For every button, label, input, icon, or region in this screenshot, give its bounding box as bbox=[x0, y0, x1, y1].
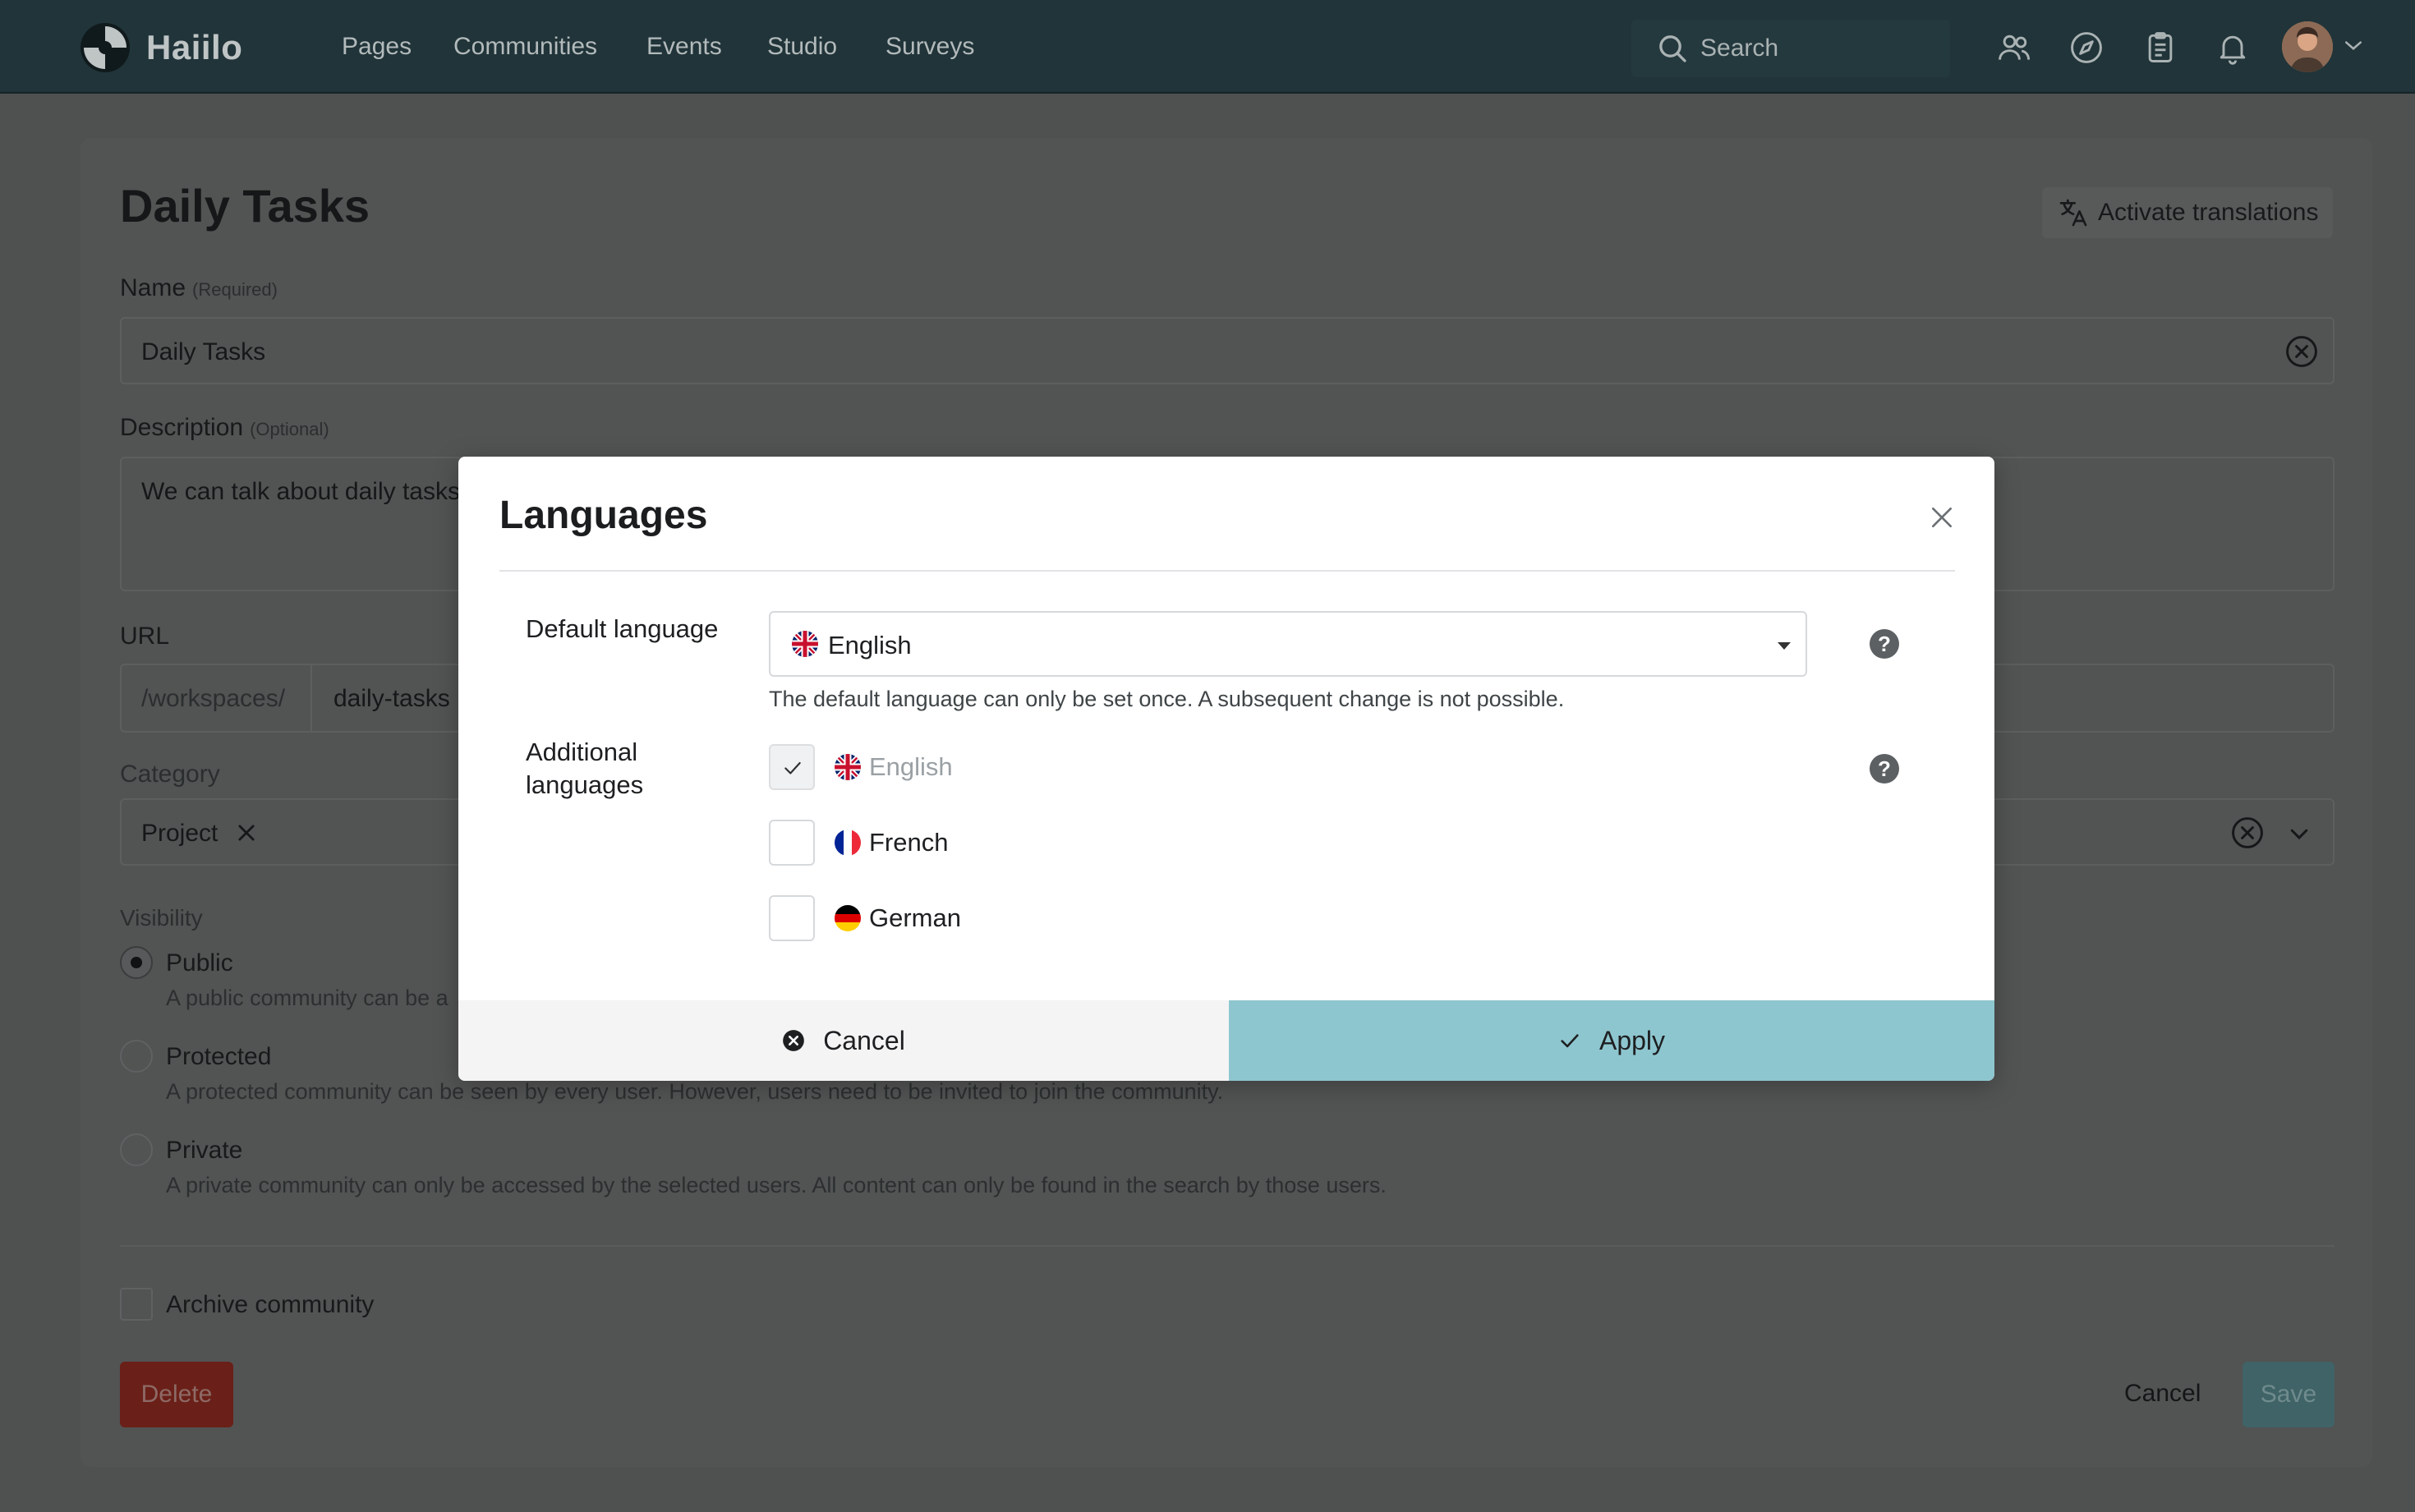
url-value: daily-tasks bbox=[334, 685, 450, 712]
haiilo-logo-icon bbox=[80, 23, 130, 72]
remove-chip-icon[interactable] bbox=[235, 821, 258, 844]
language-option-english: English bbox=[869, 752, 953, 781]
cancel-button[interactable]: Cancel bbox=[2124, 1380, 2201, 1408]
user-portrait-icon bbox=[2282, 21, 2333, 72]
activate-translations-button[interactable]: Activate translations bbox=[2042, 187, 2333, 238]
language-option-french: French bbox=[869, 828, 949, 857]
name-required-hint: (Required) bbox=[192, 279, 278, 300]
dialog-apply-label: Apply bbox=[1598, 1025, 1666, 1055]
radio-protected[interactable] bbox=[120, 1040, 153, 1073]
brand-name: Haiilo bbox=[146, 28, 243, 67]
save-button[interactable]: Save bbox=[2242, 1362, 2334, 1427]
nav-item-pages[interactable]: Pages bbox=[342, 33, 412, 61]
chevron-down-icon[interactable] bbox=[2343, 38, 2364, 54]
radio-private[interactable] bbox=[120, 1133, 153, 1166]
top-navigation: Haiilo Pages Communities Events Studio S… bbox=[0, 0, 2415, 94]
visibility-protected-desc: A protected community can be seen by eve… bbox=[166, 1079, 1224, 1104]
nav-item-communities[interactable]: Communities bbox=[453, 33, 597, 61]
additional-languages-label-line1: Additional bbox=[526, 738, 638, 766]
additional-languages-label: Additional languages bbox=[526, 736, 643, 802]
visibility-private-label: Private bbox=[166, 1137, 243, 1164]
category-chip-label: Project bbox=[141, 820, 218, 847]
search-placeholder: Search bbox=[1700, 34, 1779, 62]
url-label: URL bbox=[120, 623, 170, 650]
visibility-label: Visibility bbox=[120, 905, 203, 931]
description-optional-hint: (Optional) bbox=[250, 419, 329, 439]
clear-circle-icon[interactable] bbox=[2229, 815, 2266, 851]
close-icon[interactable] bbox=[1929, 504, 1955, 531]
nav-item-surveys[interactable]: Surveys bbox=[886, 33, 974, 61]
languages-dialog: Languages Default language English ? The… bbox=[458, 457, 1994, 1081]
help-icon[interactable]: ? bbox=[1870, 629, 1899, 659]
name-value: Daily Tasks bbox=[141, 338, 266, 365]
default-language-value: English bbox=[828, 631, 912, 659]
archive-community-label: Archive community bbox=[166, 1291, 375, 1318]
language-checkbox-german[interactable] bbox=[769, 895, 815, 941]
language-checkbox-french[interactable] bbox=[769, 820, 815, 866]
nav-item-events[interactable]: Events bbox=[646, 33, 722, 61]
dialog-apply-button[interactable]: Apply bbox=[1229, 1000, 1994, 1081]
help-icon[interactable]: ? bbox=[1870, 754, 1899, 784]
name-label-text: Name bbox=[120, 274, 186, 301]
chevron-down-icon[interactable] bbox=[2287, 821, 2312, 846]
uk-flag-icon bbox=[835, 754, 861, 780]
delete-button[interactable]: Delete bbox=[120, 1362, 233, 1427]
search-icon bbox=[1659, 35, 1686, 62]
default-language-label: Default language bbox=[526, 614, 719, 643]
nav-item-studio[interactable]: Studio bbox=[767, 33, 837, 61]
description-value: We can talk about daily tasks bbox=[141, 478, 460, 505]
check-icon bbox=[784, 761, 801, 774]
default-language-hint: The default language can only be set onc… bbox=[769, 687, 1565, 711]
dialog-title: Languages bbox=[499, 494, 708, 537]
section-divider bbox=[120, 1245, 2334, 1247]
cancel-circle-icon bbox=[783, 1030, 805, 1051]
visibility-private-desc: A private community can only be accessed… bbox=[166, 1173, 1387, 1197]
description-label-text: Description bbox=[120, 414, 244, 441]
language-option-german: German bbox=[869, 903, 961, 932]
clipboard-icon[interactable] bbox=[2142, 30, 2178, 66]
explore-compass-icon[interactable] bbox=[2068, 30, 2104, 66]
germany-flag-icon bbox=[835, 905, 861, 931]
name-field[interactable]: Daily Tasks bbox=[120, 317, 2334, 384]
uk-flag-icon bbox=[792, 631, 818, 657]
name-label: Name (Required) bbox=[120, 274, 278, 302]
archive-community-checkbox[interactable] bbox=[120, 1288, 153, 1321]
visibility-public-label: Public bbox=[166, 949, 233, 977]
default-language-select[interactable]: English bbox=[769, 611, 1807, 677]
language-checkbox-english bbox=[769, 744, 815, 790]
user-avatar[interactable] bbox=[2282, 21, 2333, 72]
dialog-cancel-label: Cancel bbox=[823, 1025, 905, 1055]
activate-translations-label: Activate translations bbox=[2098, 199, 2319, 226]
france-flag-icon bbox=[835, 830, 861, 856]
translate-icon bbox=[2059, 199, 2087, 227]
additional-languages-label-line2: languages bbox=[526, 770, 644, 799]
check-icon bbox=[1561, 1034, 1579, 1048]
url-prefix: /workspaces/ bbox=[141, 685, 286, 712]
radio-public[interactable] bbox=[120, 946, 153, 979]
category-label: Category bbox=[120, 761, 220, 788]
description-label: Description (Optional) bbox=[120, 414, 329, 442]
url-prefix-divider bbox=[310, 665, 312, 731]
colleagues-icon[interactable] bbox=[1996, 30, 2032, 66]
dialog-cancel-button[interactable]: Cancel bbox=[458, 1000, 1229, 1081]
visibility-public-desc: A public community can be a bbox=[166, 986, 448, 1010]
search-input[interactable]: Search bbox=[1631, 20, 1950, 77]
notifications-bell-icon[interactable] bbox=[2215, 30, 2251, 66]
page-title: Daily Tasks bbox=[120, 180, 370, 232]
visibility-protected-label: Protected bbox=[166, 1043, 272, 1070]
dialog-header-divider bbox=[499, 570, 1955, 572]
clear-circle-icon[interactable] bbox=[2284, 333, 2320, 370]
caret-down-icon bbox=[1778, 642, 1791, 650]
brand-logo[interactable]: Haiilo bbox=[79, 21, 242, 74]
